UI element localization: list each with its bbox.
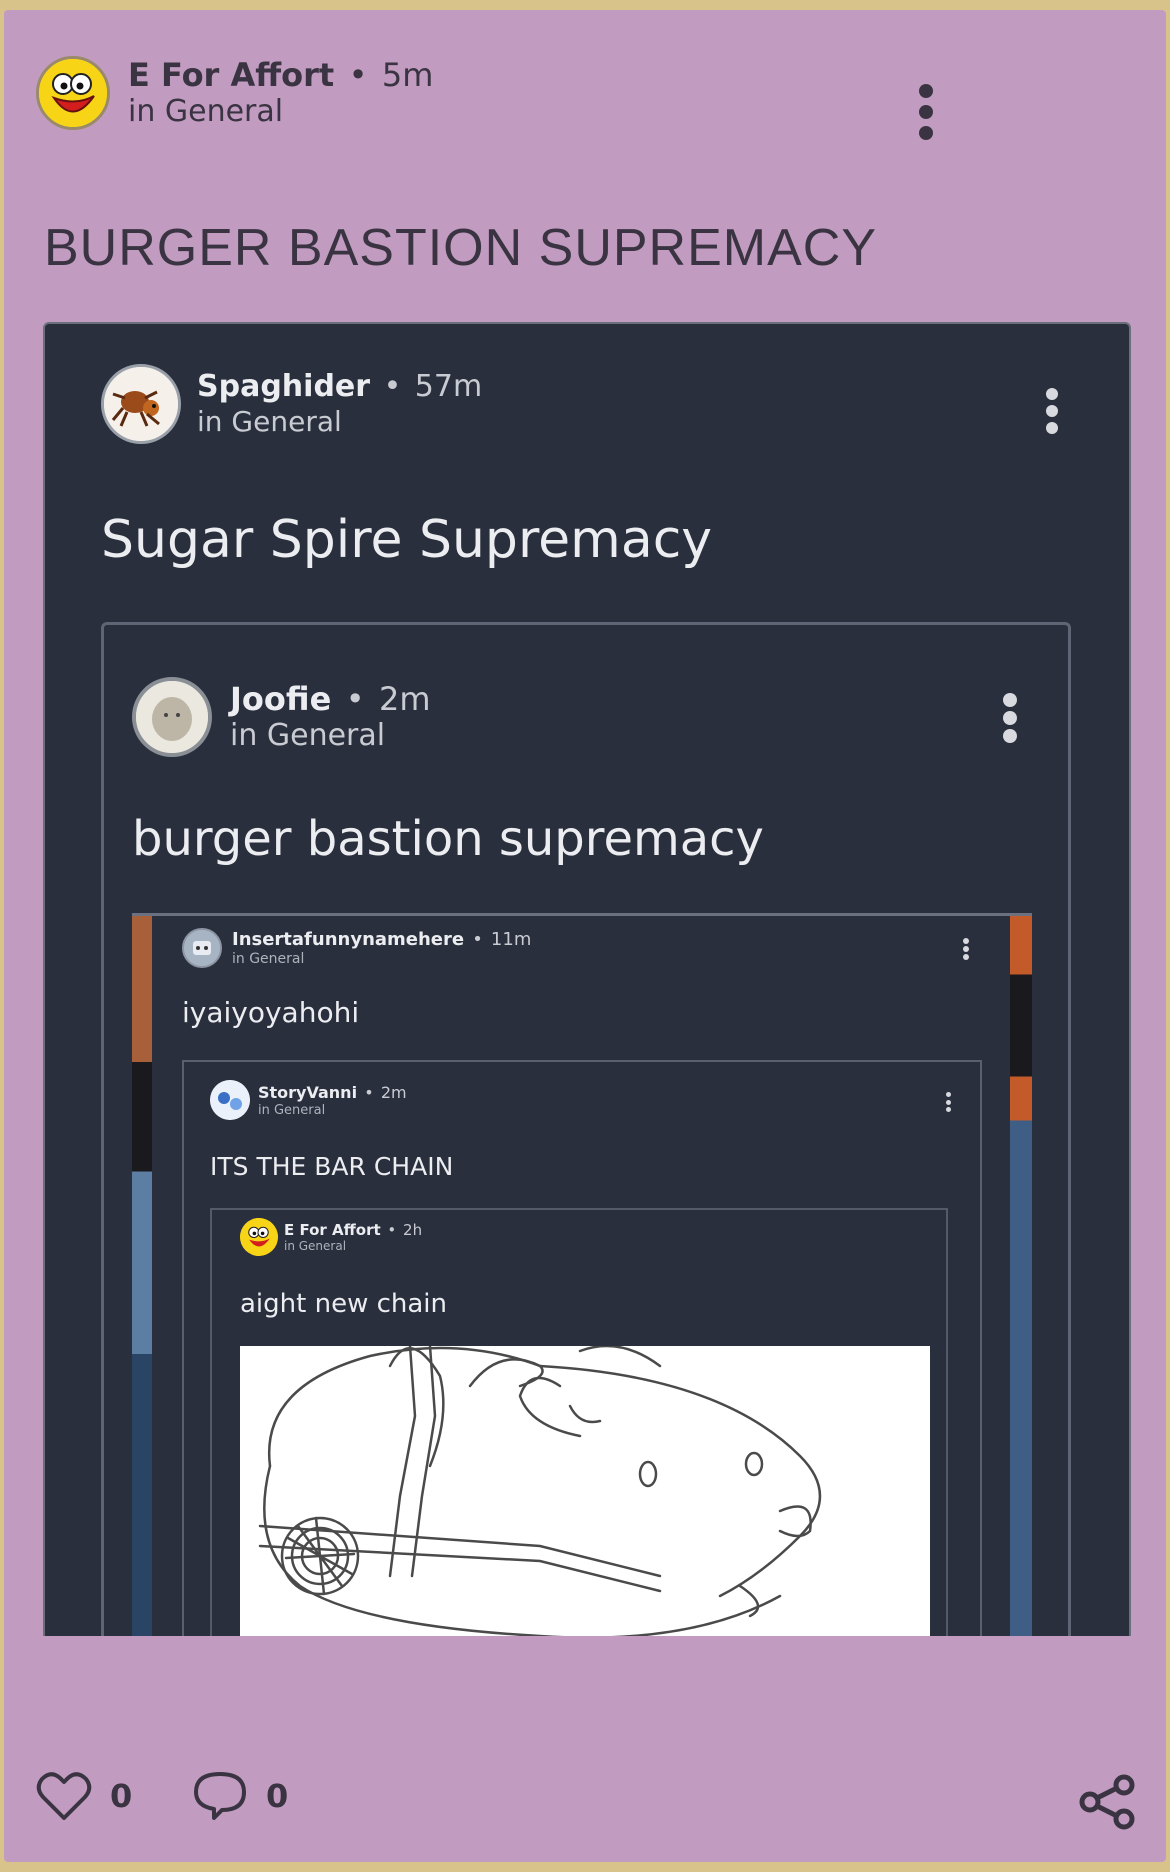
- embed3-title: iyaiyoyahohi: [182, 996, 360, 1029]
- storyvanni-avatar-icon: [210, 1080, 250, 1120]
- embed3-author-name: Insertafunnynamehere: [232, 929, 465, 950]
- embed4-time: 2m: [380, 1082, 407, 1102]
- sketch-image: [240, 1346, 930, 1636]
- embed4-title: ITS THE BAR CHAIN: [210, 1152, 454, 1181]
- heart-icon: [36, 1772, 92, 1820]
- embed1-title: Sugar Spire Supremacy: [101, 510, 713, 570]
- embed3-time: 11m: [490, 929, 532, 950]
- background-art-left: [132, 916, 152, 1636]
- embed3-channel: in General: [232, 951, 305, 967]
- author-avatar[interactable]: [36, 56, 110, 130]
- speech-bubble-icon: [194, 1772, 246, 1820]
- embedded-screenshot[interactable]: Spaghider • 57m in General Sugar Spire S…: [43, 322, 1131, 1636]
- embed4-frame: StoryVanni • 2m in General ITS THE BAR C…: [182, 1060, 982, 1636]
- rock-avatar-icon: [132, 677, 212, 757]
- comment-count: 0: [266, 1777, 289, 1815]
- spider-avatar-icon: [101, 364, 181, 444]
- embed1-author-name: Spaghider: [197, 369, 371, 404]
- embed1-channel: in General: [197, 405, 342, 438]
- separator-dot: •: [387, 1221, 397, 1239]
- post-title: BURGER BASTION SUPREMACY: [44, 219, 878, 277]
- embed5-header: E For Affort • 2h in General: [240, 1218, 422, 1256]
- post-card: E For Affort • 5m in General BURGER BAST…: [4, 10, 1166, 1862]
- like-count: 0: [110, 1777, 133, 1815]
- embed2-channel: in General: [230, 718, 386, 753]
- separator-dot: •: [345, 680, 365, 718]
- robot-avatar-icon: [182, 928, 222, 968]
- like-button[interactable]: 0: [36, 1770, 132, 1822]
- smiley-avatar-small-icon: [240, 1218, 278, 1256]
- share-button[interactable]: [1078, 1774, 1138, 1834]
- separator-dot: •: [348, 56, 368, 94]
- embed3-more-icon: [962, 938, 970, 960]
- post-channel[interactable]: in General: [128, 94, 433, 130]
- embed3-frame: Insertafunnynamehere • 11m in General iy…: [132, 913, 1032, 1636]
- embed5-channel: in General: [284, 1239, 347, 1253]
- embed1-more-icon: [1045, 388, 1059, 434]
- embed2-time: 2m: [378, 680, 431, 718]
- separator-dot: •: [383, 369, 402, 404]
- embed2-title: burger bastion supremacy: [132, 811, 764, 867]
- embed4-header: StoryVanni • 2m in General: [210, 1080, 407, 1120]
- separator-dot: •: [472, 929, 483, 950]
- embed5-time: 2h: [403, 1221, 423, 1239]
- embed4-author-name: StoryVanni: [258, 1082, 358, 1102]
- embed5-frame: E For Affort • 2h in General aight new c…: [210, 1208, 948, 1636]
- embed2-more-icon: [1002, 693, 1018, 743]
- embed2-header: Joofie • 2m in General: [132, 677, 430, 757]
- smiley-avatar-icon: [39, 59, 107, 127]
- embed1-time: 57m: [414, 369, 483, 404]
- embed5-author-name: E For Affort: [284, 1221, 381, 1239]
- rat-car-sketch: [258, 1346, 822, 1636]
- embed4-more-icon: [944, 1092, 952, 1112]
- more-options-icon[interactable]: [916, 84, 936, 140]
- embed2-frame: Joofie • 2m in General burger bastion su…: [101, 622, 1071, 1636]
- background-art-right: [1010, 916, 1032, 1636]
- embed2-author-name: Joofie: [230, 680, 332, 718]
- author-name[interactable]: E For Affort: [128, 56, 334, 94]
- embed5-title: aight new chain: [240, 1289, 448, 1319]
- post-time: 5m: [381, 56, 434, 94]
- separator-dot: •: [364, 1082, 374, 1102]
- embed1-header: Spaghider • 57m in General: [101, 364, 482, 444]
- embed4-channel: in General: [258, 1102, 326, 1118]
- share-icon: [1079, 1774, 1135, 1830]
- author-meta: E For Affort • 5m in General: [128, 56, 433, 130]
- comment-button[interactable]: 0: [192, 1770, 288, 1822]
- embed3-header: Insertafunnynamehere • 11m in General: [182, 928, 531, 968]
- post-header: E For Affort • 5m in General: [36, 56, 433, 130]
